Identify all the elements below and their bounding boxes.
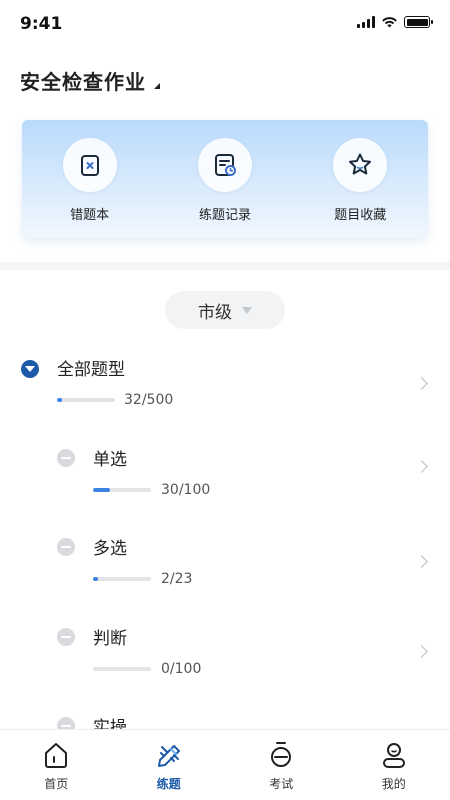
progress-fill: [93, 488, 111, 492]
wrong-book-icon: [80, 155, 99, 176]
section-divider: [0, 262, 450, 270]
tree-row-label: 判断: [93, 629, 127, 649]
tab-exam[interactable]: 考试: [241, 740, 321, 792]
favorites-button[interactable]: 题目收藏: [305, 138, 415, 223]
practice-icon: [157, 745, 180, 767]
star-icon: [349, 153, 372, 175]
favorites-label: 题目收藏: [334, 208, 387, 223]
minus-circle-icon: [57, 538, 75, 556]
practice-record-icon: [214, 154, 236, 176]
practice-record-label: 练题记录: [198, 208, 251, 223]
tab-label: 练题: [156, 777, 181, 791]
chevron-right-icon: [415, 377, 428, 390]
wifi-icon: [382, 17, 397, 28]
practice-record-button[interactable]: 练题记录: [170, 138, 280, 223]
status-icons: [357, 16, 433, 28]
progress-bar: [57, 398, 115, 402]
quick-actions-card: 错题本 练题记录 题目收藏: [22, 120, 428, 238]
dropdown-corner-icon: [154, 82, 160, 89]
progress-fill: [57, 398, 62, 402]
tree-row-label: 全部题型: [57, 360, 125, 380]
progress-text: 32/500: [124, 392, 174, 408]
wrong-book-label: 错题本: [70, 208, 110, 223]
status-time: 9:41: [20, 14, 63, 34]
tree-row-true-false[interactable]: 判断 0/100: [0, 619, 450, 699]
minus-circle-icon: [57, 449, 75, 467]
progress-text: 2/23: [161, 571, 193, 587]
tree-row-multiple-choice[interactable]: 多选 2/23: [0, 529, 450, 609]
progress-text: 0/100: [161, 661, 202, 677]
tab-label: 首页: [44, 777, 69, 791]
chevron-right-icon: [415, 460, 428, 473]
status-bar: 9:41: [0, 0, 450, 52]
tab-profile[interactable]: 我的: [354, 740, 434, 792]
tree-row-label: 单选: [93, 450, 127, 470]
tab-label: 我的: [381, 777, 406, 791]
progress-bar: [93, 577, 151, 581]
tab-label: 考试: [269, 777, 294, 791]
tree-row-all-types[interactable]: 全部题型 32/500: [0, 350, 450, 430]
level-value: 市级: [198, 302, 232, 323]
page-title: 安全检查作业: [20, 70, 146, 94]
home-icon: [45, 743, 68, 768]
project-selector[interactable]: 安全检查作业: [20, 66, 160, 95]
tab-home[interactable]: 首页: [16, 740, 96, 792]
tree-row-single-choice[interactable]: 单选 30/100: [0, 440, 450, 520]
collapse-icon[interactable]: [21, 360, 39, 378]
progress-fill: [93, 577, 99, 581]
progress-text: 30/100: [161, 482, 211, 498]
tree-row-label: 多选: [93, 539, 127, 559]
progress-bar: [93, 488, 151, 492]
stopwatch-icon: [271, 742, 292, 767]
progress-bar: [93, 667, 151, 671]
tab-practice[interactable]: 练题: [129, 740, 209, 792]
battery-icon: [404, 16, 433, 28]
chevron-right-icon: [415, 645, 428, 658]
bottom-tab-bar: 首页 练题 考试 我的: [0, 729, 450, 800]
signal-icon: [357, 16, 375, 28]
minus-circle-icon: [57, 628, 75, 646]
wrong-book-button[interactable]: 错题本: [35, 138, 145, 223]
chevron-right-icon: [415, 555, 428, 568]
level-dropdown[interactable]: 市级: [165, 291, 285, 329]
profile-icon: [382, 743, 405, 768]
caret-down-icon: [242, 306, 252, 314]
